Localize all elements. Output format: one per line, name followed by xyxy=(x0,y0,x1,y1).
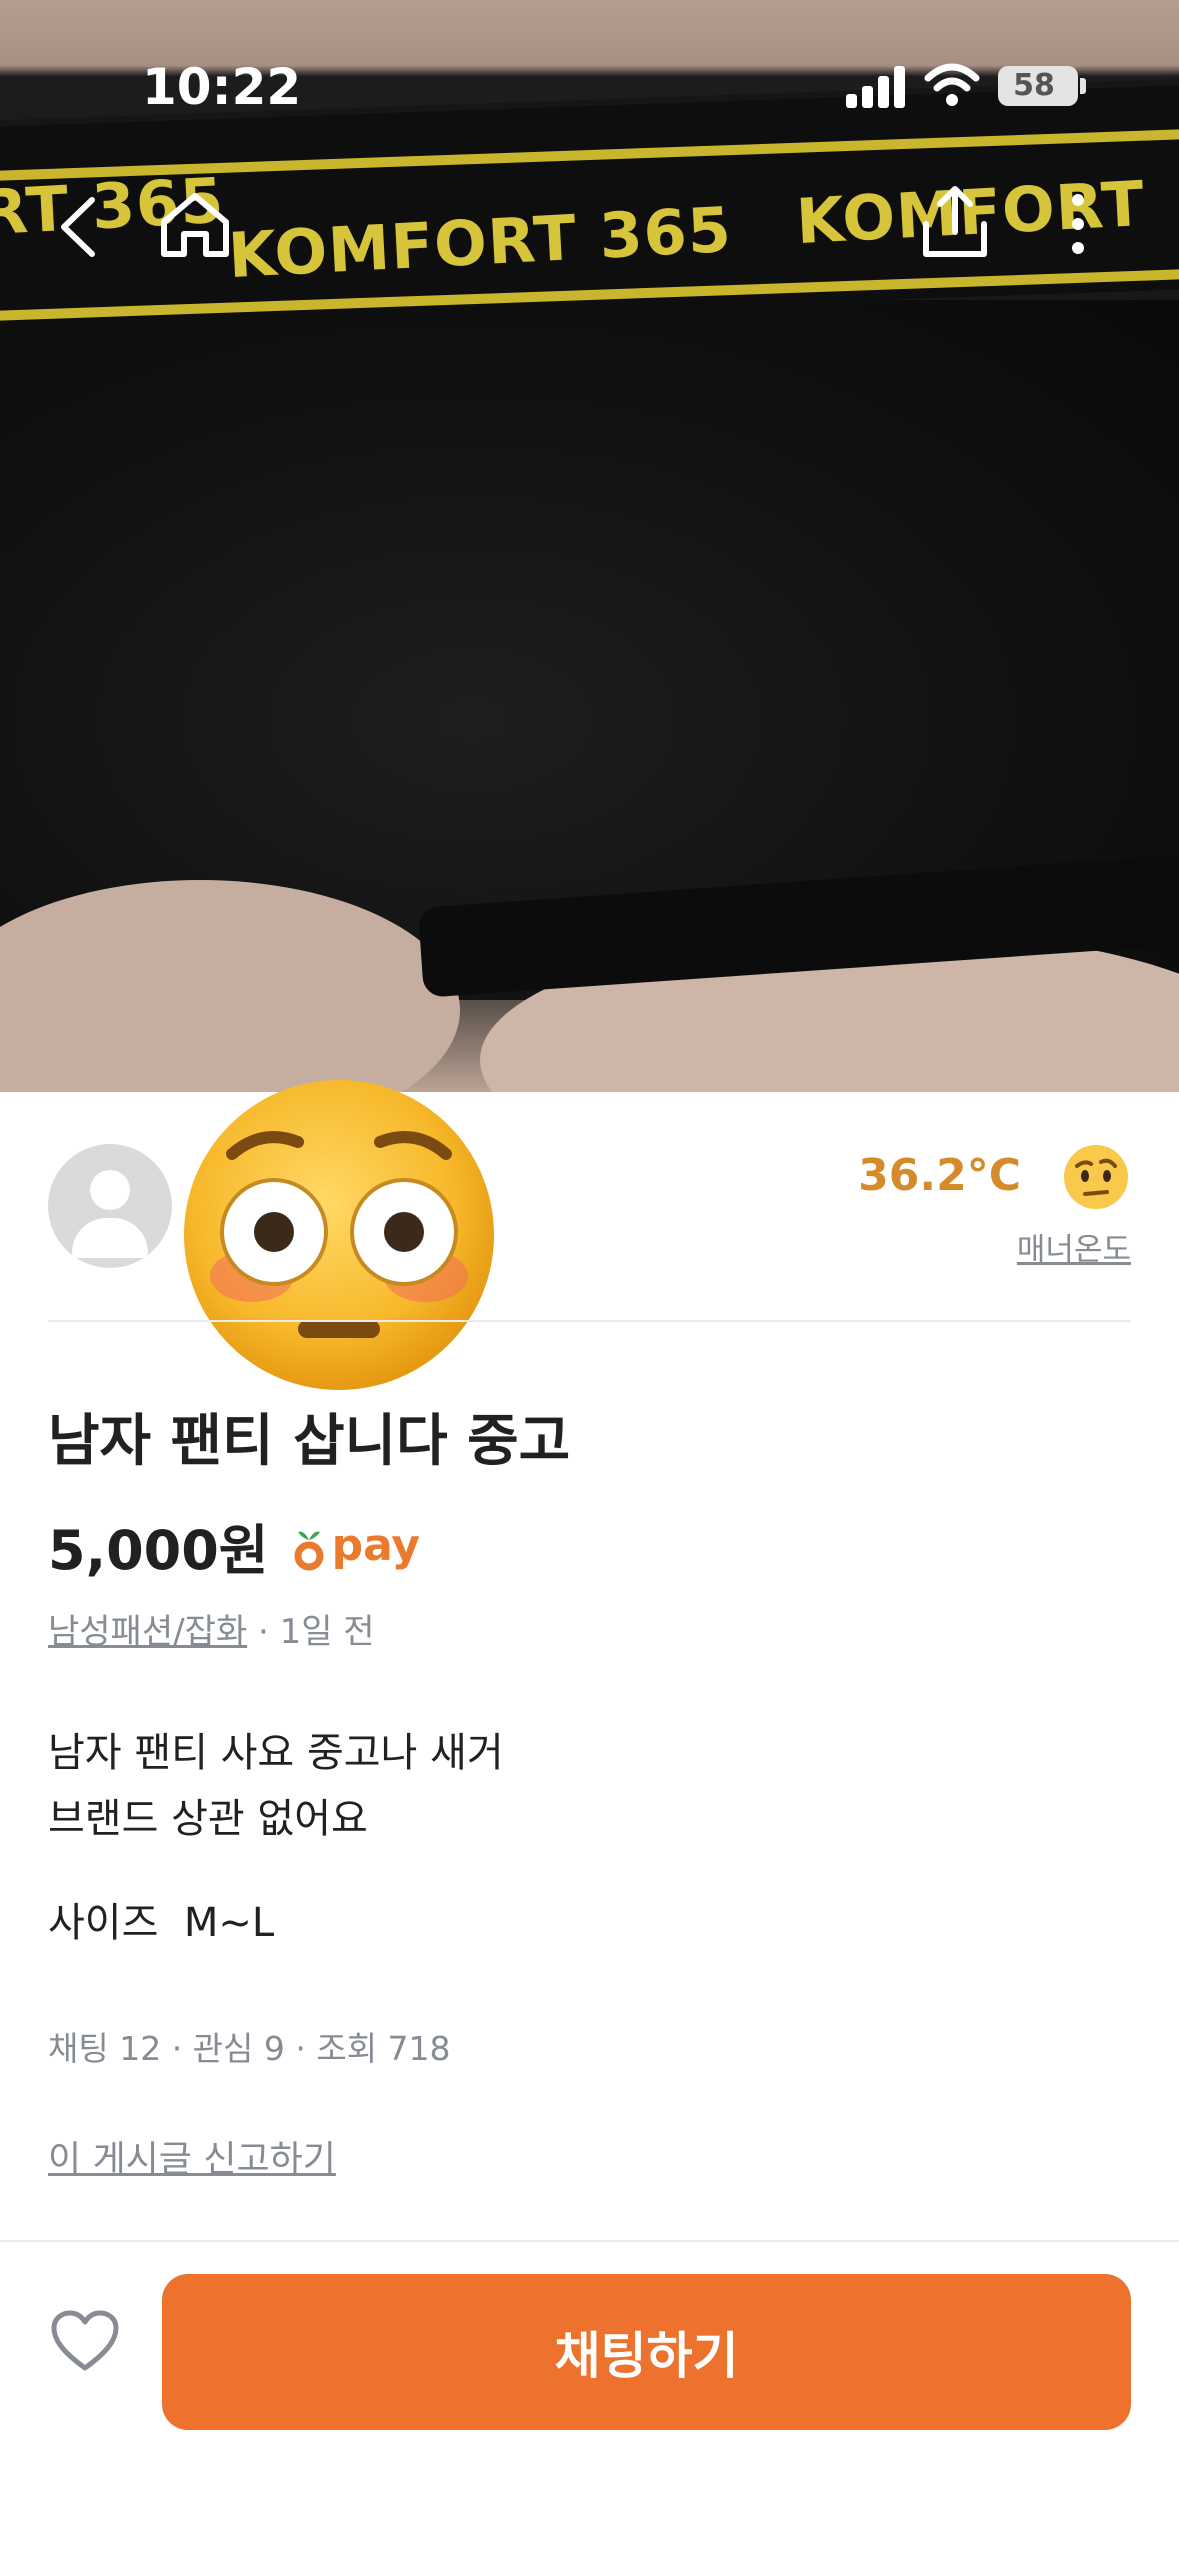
heart-icon[interactable] xyxy=(50,2310,120,2374)
description-line: 남자 팬티 사요 중고나 새거 xyxy=(48,1730,504,1776)
manner-temperature-label[interactable]: 매너온도 xyxy=(1017,1224,1131,1269)
manner-temperature: 36.2°C xyxy=(858,1150,1021,1201)
chat-button[interactable]: 채팅하기 xyxy=(162,2274,1131,2430)
category-link[interactable]: 남성패션/잡화 xyxy=(48,1612,247,1652)
size-line: 사이즈 M~L xyxy=(48,1900,275,1946)
pay-label: pay xyxy=(331,1519,421,1571)
seller-profile[interactable]: 36.2°C 매너온도 xyxy=(48,1080,1131,1390)
report-link[interactable]: 이 게시글 신고하기 xyxy=(48,2130,336,2182)
flushed-face-emoji xyxy=(180,1076,498,1394)
listing-stats: 채팅 12 · 관심 9 · 조회 718 xyxy=(48,2029,451,2068)
wifi-icon xyxy=(924,62,980,108)
pay-badge: pay xyxy=(294,1516,420,1576)
listing-title: 남자 팬티 삽니다 중고 xyxy=(48,1409,571,1474)
battery-nub xyxy=(1080,78,1086,94)
listing-meta: 남성패션/잡화 · 1일 전 xyxy=(48,1604,375,1653)
posted-time: · 1일 전 xyxy=(257,1612,375,1652)
cellular-signal-icon xyxy=(846,66,906,108)
status-time: 10:22 xyxy=(142,58,302,116)
home-icon[interactable] xyxy=(158,190,232,260)
avatar[interactable] xyxy=(48,1144,172,1268)
listing-price: 5,000원 xyxy=(48,1519,269,1582)
description-line: 브랜드 상관 없어요 xyxy=(48,1796,368,1842)
listing-description: 남자 팬티 사요 중고나 새거 브랜드 상관 없어요 xyxy=(48,1720,504,1852)
battery-level: 58 xyxy=(1013,68,1055,103)
carrot-icon xyxy=(294,1526,324,1572)
share-icon[interactable] xyxy=(918,184,992,260)
more-icon[interactable] xyxy=(1070,192,1086,256)
product-image[interactable]: RT 365 KOMFORT 365 KOMFORT xyxy=(0,0,1179,1092)
battery-icon: 58 xyxy=(998,66,1078,106)
divider xyxy=(48,1320,1131,1322)
temperature-face-icon xyxy=(1061,1142,1131,1212)
back-icon[interactable] xyxy=(58,196,98,258)
status-bar: 10:22 58 xyxy=(0,0,1179,150)
price-row: 5,000원 pay xyxy=(48,1506,420,1582)
bottom-bar-divider xyxy=(0,2240,1179,2242)
